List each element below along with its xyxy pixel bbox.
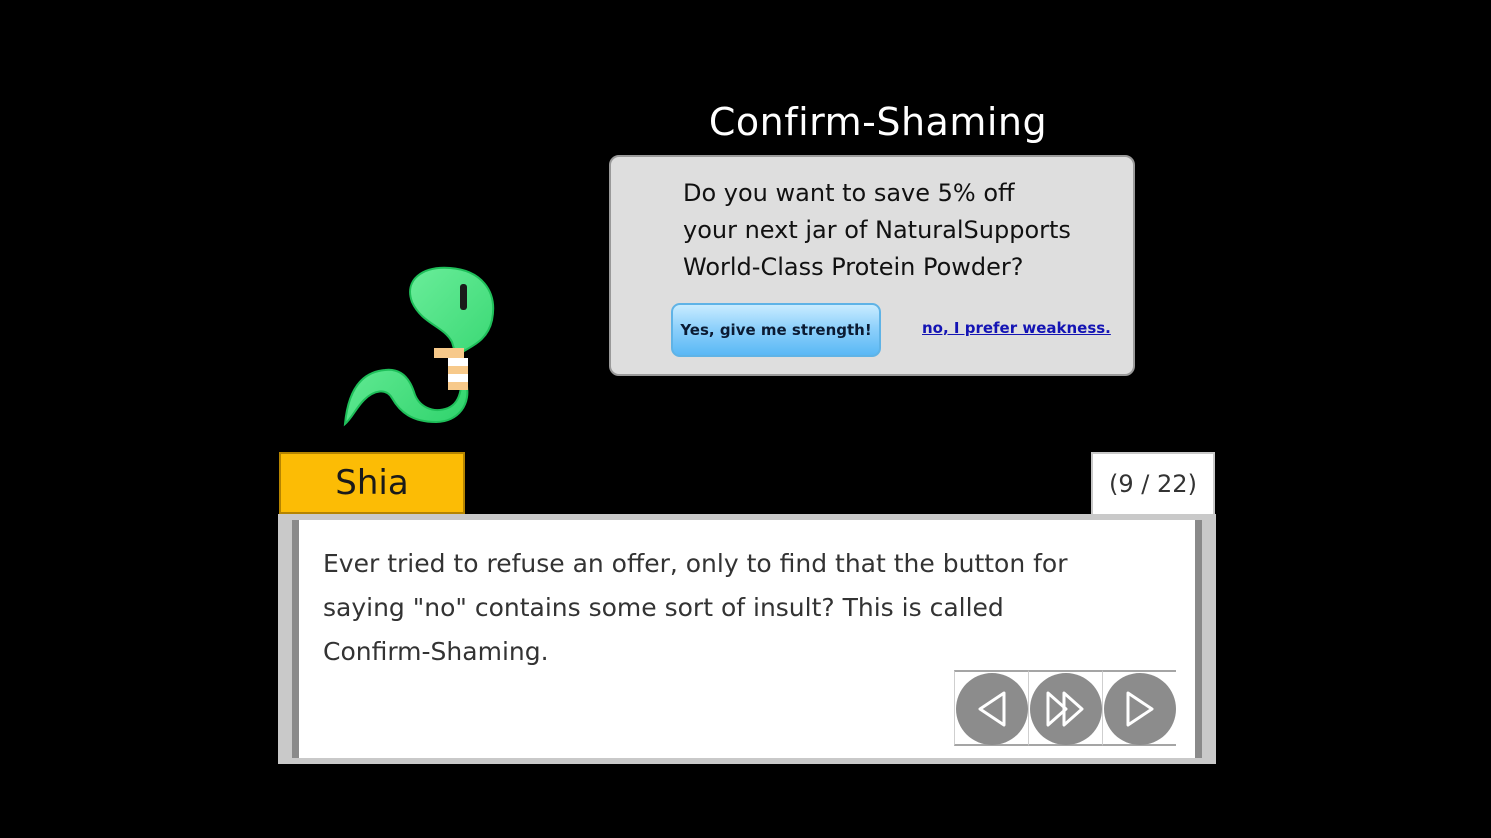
no-link[interactable]: no, I prefer weakness. xyxy=(922,319,1111,337)
snake-body xyxy=(343,266,495,427)
popup-message: Do you want to save 5% off your next jar… xyxy=(683,175,1123,286)
dialog-line: saying "no" contains some sort of insult… xyxy=(323,593,1004,622)
dialog-line: Confirm-Shaming. xyxy=(323,637,549,666)
next-icon xyxy=(1104,673,1176,745)
snake-character xyxy=(343,266,495,427)
snake-eye xyxy=(460,284,467,310)
dialog-text: Ever tried to refuse an offer, only to f… xyxy=(323,542,1123,674)
game-stage: Confirm-Shaming Do you want to save 5% o… xyxy=(0,0,1491,838)
next-button[interactable] xyxy=(1102,670,1176,746)
fast-forward-icon xyxy=(1030,673,1102,745)
speaker-name-tag: Shia xyxy=(279,452,465,514)
back-icon xyxy=(956,673,1028,745)
page-counter: (9 / 22) xyxy=(1091,452,1215,514)
scene-title: Confirm-Shaming xyxy=(708,100,1048,144)
fast-forward-button[interactable] xyxy=(1028,670,1102,746)
example-popup: Do you want to save 5% off your next jar… xyxy=(609,155,1135,376)
dialog-controls xyxy=(954,670,1178,746)
popup-message-line: Do you want to save 5% off xyxy=(683,179,1015,207)
back-button[interactable] xyxy=(954,670,1028,746)
popup-message-line: your next jar of NaturalSupports xyxy=(683,216,1071,244)
yes-button[interactable]: Yes, give me strength! xyxy=(671,303,881,357)
popup-message-line: World-Class Protein Powder? xyxy=(683,253,1024,281)
scarf xyxy=(434,348,468,390)
dialog-line: Ever tried to refuse an offer, only to f… xyxy=(323,549,1068,578)
